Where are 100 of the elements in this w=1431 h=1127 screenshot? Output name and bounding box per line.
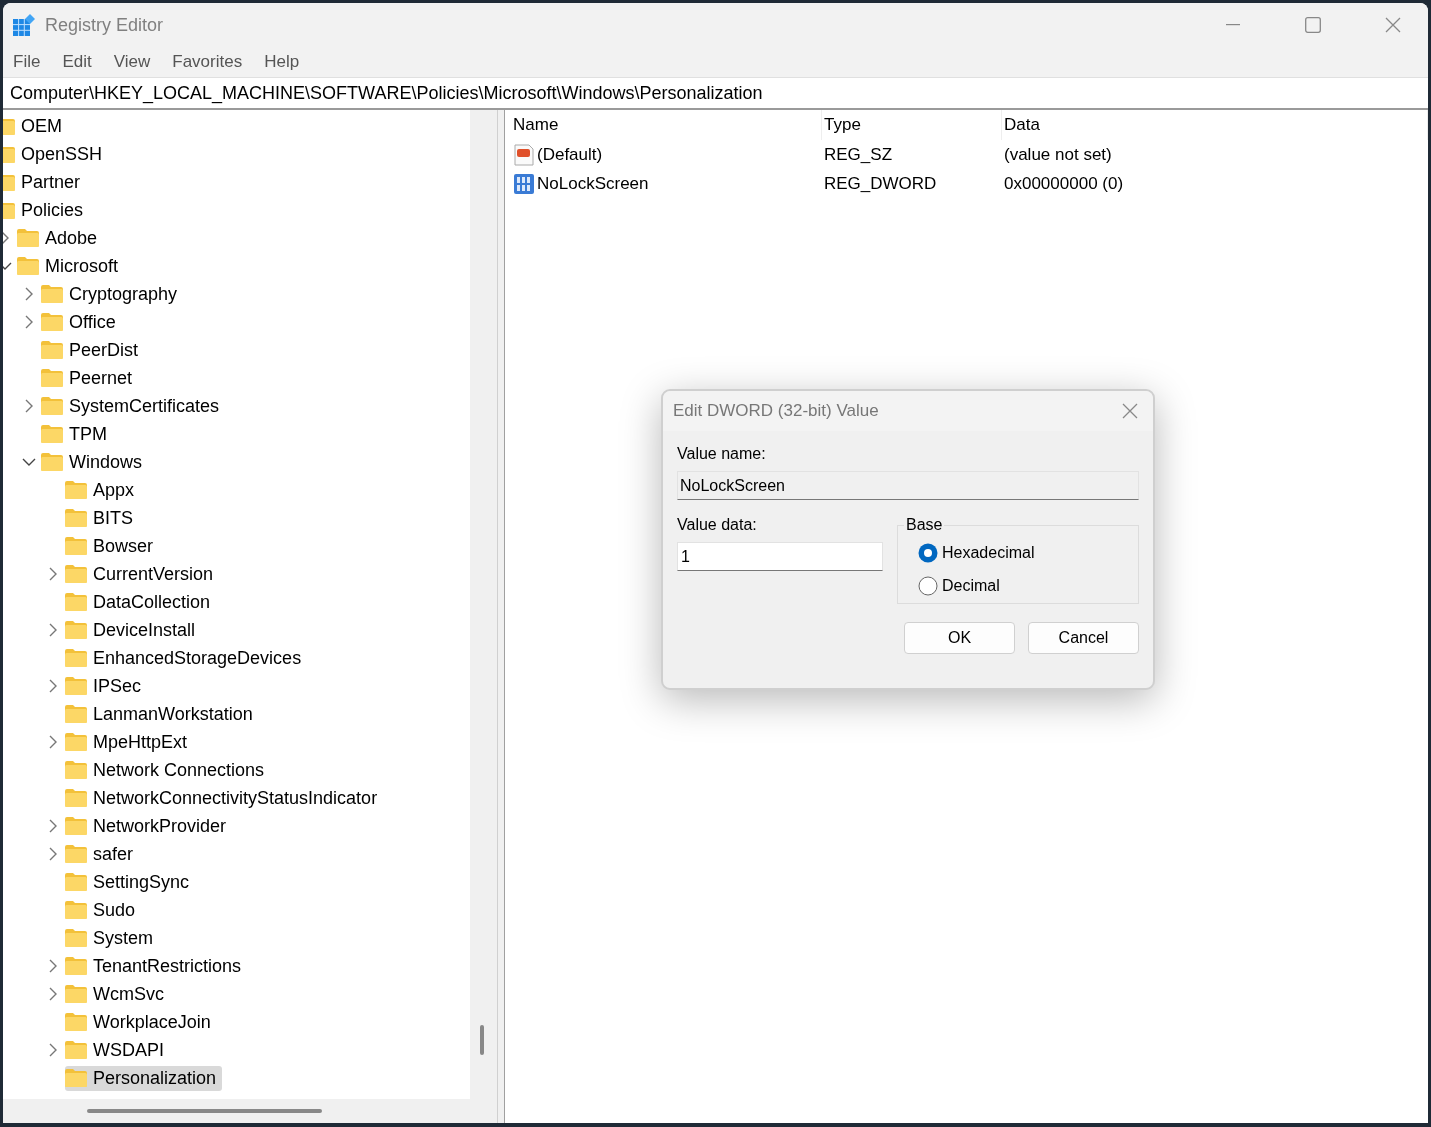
- tree-item[interactable]: Network Connections: [65, 757, 271, 783]
- tree-item[interactable]: LanmanWorkstation: [65, 701, 259, 727]
- chevron-right-icon[interactable]: [3, 231, 9, 245]
- tree-item[interactable]: NetworkConnectivityStatusIndicator: [65, 785, 384, 811]
- menu-item[interactable]: Edit: [62, 52, 92, 72]
- tree-item[interactable]: Adobe: [17, 225, 104, 251]
- folder-icon: [65, 761, 87, 779]
- tree-item[interactable]: Personalization: [65, 1065, 223, 1091]
- tree-item[interactable]: DeviceInstall: [65, 617, 202, 643]
- menu-item[interactable]: File: [13, 52, 41, 72]
- tree-item[interactable]: Windows: [41, 449, 149, 475]
- tree-item[interactable]: CurrentVersion: [65, 561, 220, 587]
- folder-icon: [65, 1041, 87, 1059]
- chevron-right-icon[interactable]: [49, 735, 57, 749]
- column-header[interactable]: Type: [822, 110, 1002, 140]
- folder-icon: [65, 565, 87, 583]
- chevron-right-icon[interactable]: [49, 987, 57, 1001]
- chevron-right-icon[interactable]: [25, 287, 33, 301]
- folder-icon: [65, 985, 87, 1003]
- tree-item[interactable]: Bowser: [65, 533, 160, 559]
- tree-item[interactable]: OpenSSH: [3, 141, 109, 167]
- table-cell: 0x00000000 (0): [1004, 173, 1124, 194]
- column-header[interactable]: Data: [1002, 110, 1428, 140]
- folder-icon: [17, 257, 39, 275]
- tree-item[interactable]: Office: [41, 309, 122, 335]
- folder-icon: [65, 1013, 87, 1031]
- menu-item[interactable]: View: [113, 52, 151, 72]
- pane-splitter[interactable]: [497, 110, 505, 1123]
- menu-item[interactable]: Help: [264, 52, 300, 72]
- chevron-right-icon[interactable]: [25, 399, 33, 413]
- tree-item[interactable]: Cryptography: [41, 281, 184, 307]
- chevron-right-icon[interactable]: [49, 567, 57, 581]
- menu-item[interactable]: Favorites: [172, 52, 243, 72]
- tree-item[interactable]: Microsoft: [17, 253, 124, 279]
- folder-icon: [65, 1069, 87, 1087]
- tree-item[interactable]: BITS: [65, 505, 139, 531]
- chevron-right-icon[interactable]: [25, 315, 33, 329]
- tree-item[interactable]: NetworkProvider: [65, 813, 233, 839]
- chevron-right-icon[interactable]: [49, 959, 57, 973]
- tree-item[interactable]: EnhancedStorageDevices: [65, 645, 308, 671]
- tree-item[interactable]: SettingSync: [65, 869, 196, 895]
- folder-icon: [65, 509, 87, 527]
- chevron-right-icon[interactable]: [49, 847, 57, 861]
- folder-icon: [17, 229, 39, 247]
- binary-value-icon: [513, 172, 535, 195]
- chevron-right-icon[interactable]: [49, 623, 57, 637]
- folder-icon: [65, 705, 87, 723]
- radio-checked-icon[interactable]: [918, 542, 938, 563]
- close-icon: [1385, 17, 1401, 33]
- maximize-icon: [1305, 17, 1321, 33]
- minimize-icon: [1226, 24, 1240, 26]
- value-name-field[interactable]: NoLockScreen: [677, 471, 1139, 500]
- tree-item[interactable]: MpeHttpExt: [65, 729, 194, 755]
- tree-item[interactable]: IPSec: [65, 673, 148, 699]
- dialog-button[interactable]: OK: [904, 622, 1015, 654]
- chevron-right-icon[interactable]: [49, 819, 57, 833]
- window-title: Registry Editor: [45, 14, 165, 36]
- tree-item[interactable]: WcmSvc: [65, 981, 170, 1007]
- tree-item[interactable]: DataCollection: [65, 589, 217, 615]
- chevron-right-icon[interactable]: [49, 679, 57, 693]
- radio-option[interactable]: Decimal: [918, 569, 1000, 602]
- scrollbar-thumb[interactable]: [480, 1025, 484, 1055]
- folder-icon: [65, 481, 87, 499]
- tree-item[interactable]: WSDAPI: [65, 1037, 170, 1063]
- folder-icon: [41, 453, 63, 471]
- chevron-down-icon[interactable]: [22, 458, 36, 466]
- tree-item[interactable]: Peernet: [41, 365, 139, 391]
- table-cell: (Default): [537, 144, 603, 165]
- folder-icon: [65, 957, 87, 975]
- table-cell: (value not set): [1004, 144, 1112, 165]
- string-value-icon: [513, 143, 535, 166]
- folder-icon: [41, 369, 63, 387]
- folder-icon: [41, 285, 63, 303]
- tree-item[interactable]: Policies: [3, 197, 90, 223]
- folder-icon: [65, 537, 87, 555]
- folder-icon: [41, 341, 63, 359]
- tree-item[interactable]: TPM: [41, 421, 113, 447]
- tree-item[interactable]: Appx: [65, 477, 141, 503]
- dialog-button[interactable]: Cancel: [1028, 622, 1139, 654]
- tree-item[interactable]: TenantRestrictions: [65, 953, 248, 979]
- table-cell: NoLockScreen: [537, 173, 649, 194]
- tree-item[interactable]: SystemCertificates: [41, 393, 226, 419]
- tree-item[interactable]: safer: [65, 841, 140, 867]
- value-data-field[interactable]: 1: [677, 542, 883, 571]
- tree-item[interactable]: Sudo: [65, 897, 142, 923]
- tree-item[interactable]: OEM: [3, 113, 68, 139]
- folder-icon: [41, 397, 63, 415]
- chevron-right-icon[interactable]: [49, 1043, 57, 1057]
- folder-icon: [41, 425, 63, 443]
- tree-item[interactable]: System: [65, 925, 159, 951]
- tree-item[interactable]: Partner: [3, 169, 87, 195]
- tree-item[interactable]: PeerDist: [41, 337, 145, 363]
- folder-icon: [65, 733, 87, 751]
- tree-item[interactable]: WorkplaceJoin: [65, 1009, 217, 1035]
- column-header[interactable]: Name: [511, 110, 822, 140]
- folder-icon: [41, 313, 63, 331]
- folder-icon: [65, 817, 87, 835]
- radio-unchecked-icon[interactable]: [918, 575, 938, 596]
- radio-option[interactable]: Hexadecimal: [918, 536, 1035, 569]
- scrollbar-thumb[interactable]: [87, 1109, 322, 1113]
